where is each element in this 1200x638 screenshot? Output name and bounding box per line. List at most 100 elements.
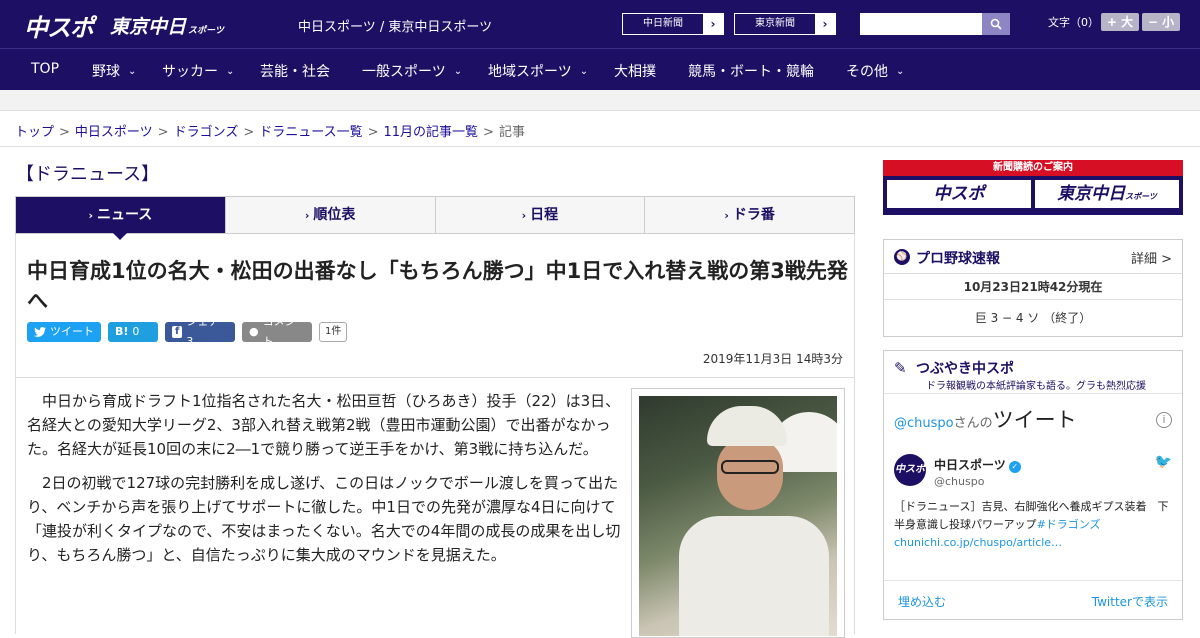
twitter-widget: ✎ つぶやき中スポ ドラ報観戦の本紙評論家も語る。グラも熱烈応援 @chuspo… xyxy=(883,350,1183,620)
nav-item-baseball[interactable]: 野球 ⌄ xyxy=(92,61,136,81)
twitter-widget-header: ✎ つぶやき中スポ ドラ報観戦の本紙評論家も語る。グラも熱烈応援 xyxy=(884,351,1182,393)
breadcrumb-link[interactable]: ドラニュース一覧 xyxy=(259,125,362,140)
player-photo xyxy=(639,396,837,636)
article-headline: 中日育成1位の名大・松田の出番なし「もちろん勝つ」中1日で入れ替え戦の第3戦先発… xyxy=(27,259,848,313)
score-details-link[interactable]: 詳細 > xyxy=(1131,248,1172,267)
twitter-user-link[interactable]: @chuspo xyxy=(894,416,954,431)
score-title: プロ野球速報 xyxy=(916,251,1000,267)
chunichi-shimbun-button[interactable]: 中日新聞 › xyxy=(622,13,724,35)
ad-logos: 中スポ 東京中日スポーツ xyxy=(883,176,1183,212)
nav-item-label: 大相撲 xyxy=(614,64,656,80)
breadcrumb-link[interactable]: 中日スポーツ xyxy=(75,125,153,140)
nav-item-label: TOP xyxy=(31,61,60,77)
info-icon[interactable]: i xyxy=(1156,412,1172,428)
baseball-scores-widget: ⚾ プロ野球速報 詳細 > 10月23日21時42分現在 巨 3 − 4 ソ （… xyxy=(883,239,1183,337)
photo-uniform xyxy=(679,516,829,636)
article: 中日育成1位の名大・松田の出番なし「もちろん勝つ」中1日で入れ替え戦の第3戦先発… xyxy=(15,234,855,638)
nav-item-other[interactable]: その他 ⌄ xyxy=(846,61,904,81)
tweet-button[interactable]: ツイート xyxy=(27,322,101,342)
pen-icon: ✎ xyxy=(894,359,907,377)
chevron-right-icon: › xyxy=(703,14,723,34)
avatar[interactable]: 中スポ xyxy=(894,454,926,486)
nav-item-racing[interactable]: 競馬・ボート・競輪 xyxy=(688,61,814,81)
embed-link[interactable]: 埋め込む xyxy=(898,593,946,610)
twitter-bird-icon[interactable]: 🐦 xyxy=(1155,454,1172,470)
nav-item-label: 競馬・ボート・競輪 xyxy=(688,64,814,80)
tokyo-chunichi-logo[interactable]: 東京中日 スポーツ xyxy=(110,12,224,39)
breadcrumb-link[interactable]: ドラゴンズ xyxy=(174,125,239,140)
tweet-author-handle[interactable]: @chuspo xyxy=(934,475,984,488)
score-line[interactable]: 巨 3 − 4 ソ （終了） xyxy=(884,300,1182,336)
breadcrumb-current: 記事 xyxy=(498,125,525,140)
tweet-body: ［ドラニュース］吉見、右脚強化へ養成ギプス装着 下半身意識し投球パワーアップ xyxy=(894,500,1169,531)
score-header: ⚾ プロ野球速報 詳細 > xyxy=(884,240,1182,274)
top-header: 中スポ 東京中日 スポーツ 中日スポーツ / 東京中日スポーツ 中日新聞 › 東京… xyxy=(0,0,1200,48)
tokyo-logo-main: 東京中日 xyxy=(110,16,187,38)
score-timestamp: 10月23日21時42分現在 xyxy=(884,274,1182,300)
nav-item-entertainment[interactable]: 芸能・社会 xyxy=(260,61,330,81)
main-nav: TOP 野球 ⌄ サッカー ⌄ 芸能・社会 一般スポーツ ⌄ 地域スポーツ ⌄ 大相撲 … xyxy=(0,48,1200,90)
breadcrumb-separator: > xyxy=(367,125,379,140)
tab-news[interactable]: › ニュース xyxy=(16,197,226,240)
tab-reporter[interactable]: › ドラ番 xyxy=(645,197,854,233)
twitter-timeline: @chuspoさんのツイート i 中スポ 中日スポーツ ✓ @chuspo 🐦 ［… xyxy=(884,393,1182,619)
chevron-right-icon: › xyxy=(88,209,93,222)
nav-item-sumo[interactable]: 大相撲 xyxy=(614,61,656,81)
tweet-author-name[interactable]: 中日スポーツ ✓ xyxy=(934,456,1021,473)
tab-standings[interactable]: › 順位表 xyxy=(225,197,436,233)
comment-count[interactable]: 1件 xyxy=(319,322,348,342)
tab-label: ドラ番 xyxy=(732,207,775,223)
divider xyxy=(0,146,1200,147)
chevron-down-icon: ⌄ xyxy=(579,66,589,77)
tweet-text: ［ドラニュース］吉見、右脚強化へ養成ギプス装着 下半身意識し投球パワーアップ#ド… xyxy=(894,498,1172,552)
chevron-down-icon: ⌄ xyxy=(128,66,137,77)
tab-schedule[interactable]: › 日程 xyxy=(435,197,646,233)
comment-button[interactable]: ● コメント xyxy=(242,315,312,348)
section-title: 【ドラニュース】 xyxy=(16,164,160,185)
font-size-down-button[interactable]: − 小 xyxy=(1142,13,1180,31)
tweet-link[interactable]: chunichi.co.jp/chuspo/article… xyxy=(894,536,1062,549)
nav-item-local-sports[interactable]: 地域スポーツ ⌄ xyxy=(488,61,588,81)
chuspo-logo[interactable]: 中スポ xyxy=(24,8,94,43)
nav-item-label: 地域スポーツ xyxy=(488,64,572,80)
search-input[interactable] xyxy=(860,13,982,35)
chevron-right-icon: › xyxy=(521,209,527,222)
breadcrumb-link[interactable]: トップ xyxy=(15,125,54,140)
facebook-share-button[interactable]: f シェア 3 xyxy=(165,315,235,348)
facebook-icon: f xyxy=(172,326,183,338)
ad-tokyo-main: 東京中日 xyxy=(1057,184,1126,204)
hatena-bookmark-button[interactable]: B! 0 xyxy=(108,322,158,342)
twitter-widget-subtitle: ドラ報観戦の本紙評論家も語る。グラも熱烈応援 xyxy=(926,381,1146,392)
hatena-icon: B! xyxy=(115,325,129,338)
article-photo[interactable] xyxy=(631,388,845,638)
ad-tokyo-logo[interactable]: 東京中日スポーツ xyxy=(1035,180,1179,208)
photo-cap xyxy=(707,406,787,446)
tab-label: 順位表 xyxy=(313,207,356,223)
breadcrumb-separator: > xyxy=(243,125,255,140)
chevron-right-icon: › xyxy=(724,209,729,222)
nav-item-general-sports[interactable]: 一般スポーツ ⌄ xyxy=(362,61,462,81)
font-size-up-button[interactable]: + 大 xyxy=(1101,13,1139,31)
nav-item-label: 野球 xyxy=(92,64,120,80)
chunichi-shimbun-label: 中日新聞 xyxy=(643,18,683,29)
tweet-label: ツイート xyxy=(50,325,94,338)
author-name-text: 中日スポーツ xyxy=(934,458,1006,472)
breadcrumb-link[interactable]: 11月の記事一覧 xyxy=(384,125,479,140)
baseball-icon: ⚾ xyxy=(894,249,910,265)
nav-item-label: 一般スポーツ xyxy=(362,64,446,80)
nav-item-soccer[interactable]: サッカー ⌄ xyxy=(162,61,234,81)
subscription-ad[interactable]: 新聞購読のご案内 中スポ 東京中日スポーツ xyxy=(883,160,1183,215)
facebook-share-label: シェア 3 xyxy=(186,315,220,348)
tokyo-shimbun-button[interactable]: 東京新聞 › xyxy=(734,13,836,35)
search-icon xyxy=(990,18,1002,30)
view-on-twitter-link[interactable]: Twitterで表示 xyxy=(1092,593,1168,610)
nav-item-top[interactable]: TOP xyxy=(31,61,59,77)
ad-chuspo-logo[interactable]: 中スポ xyxy=(887,180,1031,208)
article-paragraph: 中日から育成ドラフト1位指名された名大・松田亘哲（ひろあき）投手（22）は3日、… xyxy=(27,392,621,458)
tweet-hashtag[interactable]: #ドラゴンズ xyxy=(1037,518,1101,531)
site-names: 中日スポーツ / 東京中日スポーツ xyxy=(298,20,493,35)
photo-face xyxy=(717,438,783,510)
search-button[interactable] xyxy=(982,13,1010,35)
social-buttons: ツイート B! 0 f シェア 3 ● コメント 1件 xyxy=(27,315,348,348)
comment-label: コメント xyxy=(262,315,296,348)
